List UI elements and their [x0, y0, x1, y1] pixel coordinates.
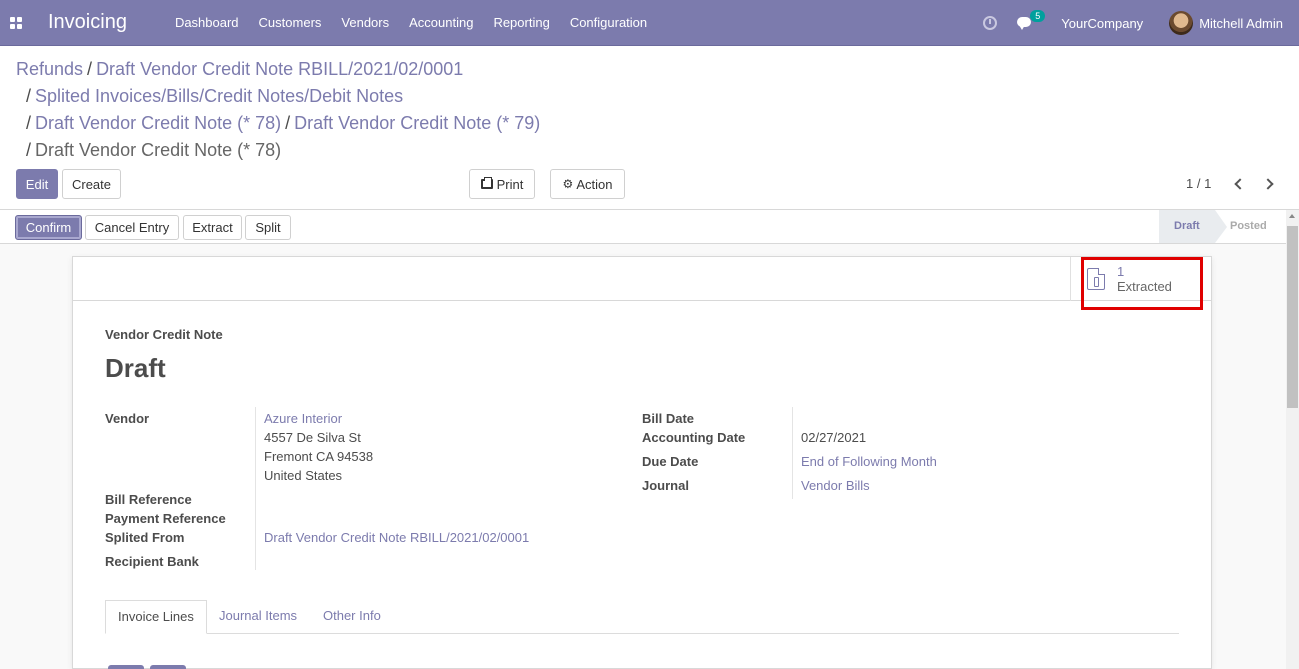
- cancel-entry-button[interactable]: Cancel Entry: [85, 215, 179, 240]
- print-button[interactable]: Print: [469, 169, 535, 199]
- smart-button-box: 1 Extracted: [73, 257, 1211, 310]
- user-menu[interactable]: Mitchell Admin: [1199, 16, 1283, 31]
- vendor-address-country: United States: [264, 468, 343, 483]
- add-line-button[interactable]: [108, 665, 144, 669]
- right-group-divider: [792, 407, 793, 499]
- stage-draft: Draft: [1159, 210, 1227, 243]
- journal-link[interactable]: Vendor Bills: [801, 478, 870, 493]
- edit-button[interactable]: Edit: [16, 169, 58, 199]
- company-switcher[interactable]: YourCompany: [1061, 16, 1143, 31]
- pager-next-button[interactable]: [1260, 176, 1276, 192]
- tab-other-info[interactable]: Other Info: [311, 600, 393, 634]
- split-button[interactable]: Split: [245, 215, 291, 240]
- accounting-date-label: Accounting Date: [642, 430, 746, 445]
- pager-previous-button[interactable]: [1232, 176, 1248, 192]
- vendor-link[interactable]: Azure Interior: [264, 411, 342, 426]
- breadcrumb-refunds[interactable]: Refunds: [16, 59, 83, 79]
- bill-reference-label: Bill Reference: [105, 492, 192, 507]
- document-title: Draft: [105, 353, 166, 383]
- recipient-bank-label: Recipient Bank: [105, 554, 199, 569]
- menu-vendors[interactable]: Vendors: [331, 0, 399, 46]
- breadcrumb: Refunds / Draft Vendor Credit Note RBILL/2…: [16, 59, 541, 160]
- due-date-label: Due Date: [642, 454, 699, 469]
- activity-clock-icon[interactable]: [983, 16, 998, 30]
- menu-accounting[interactable]: Accounting: [399, 0, 483, 46]
- create-button[interactable]: Create: [62, 169, 121, 199]
- apps-menu-icon[interactable]: [0, 0, 32, 46]
- chat-count-badge: 5: [1030, 10, 1046, 22]
- breadcrumb-current: Draft Vendor Credit Note (* 78): [35, 140, 282, 160]
- extract-button[interactable]: Extract: [183, 215, 242, 240]
- breadcrumb-credit-note-rbill[interactable]: Draft Vendor Credit Note RBILL/2021/02/0…: [96, 59, 463, 79]
- vendor-address-city: Fremont CA 94538: [264, 449, 374, 464]
- page-scrollbar[interactable]: [1286, 210, 1299, 669]
- main-menu: Dashboard Customers Vendors Accounting R…: [165, 0, 657, 46]
- accounting-date-value: 02/27/2021: [801, 430, 867, 445]
- form-statusbar: Confirm Cancel Entry Extract Split Draft…: [0, 209, 1299, 244]
- menu-reporting[interactable]: Reporting: [483, 0, 559, 46]
- app-name[interactable]: Invoicing: [48, 11, 127, 34]
- bill-date-label: Bill Date: [642, 411, 695, 426]
- splited-from-label: Splited From: [105, 530, 185, 545]
- scroll-up-arrow-icon[interactable]: [1289, 214, 1295, 218]
- tab-journal-items[interactable]: Journal Items: [207, 600, 309, 634]
- payment-reference-label: Payment Reference: [105, 511, 226, 526]
- gear-icon: ⚙: [562, 177, 574, 191]
- menu-customers[interactable]: Customers: [249, 0, 332, 46]
- user-avatar[interactable]: [1169, 11, 1194, 35]
- tab-invoice-lines[interactable]: Invoice Lines: [105, 600, 207, 634]
- confirm-button[interactable]: Confirm: [15, 215, 82, 240]
- journal-label: Journal: [642, 478, 689, 493]
- scrollbar-thumb[interactable]: [1287, 226, 1298, 408]
- top-navbar: Invoicing Dashboard Customers Vendors Ac…: [0, 0, 1299, 46]
- breadcrumb-credit-note-79[interactable]: Draft Vendor Credit Note (* 79): [294, 113, 540, 133]
- action-label: Action: [576, 176, 613, 192]
- print-label: Print: [496, 176, 524, 192]
- highlight-annotation-box: [1081, 257, 1203, 310]
- menu-dashboard[interactable]: Dashboard: [165, 0, 249, 46]
- navbar-systray: 5 YourCompany Mitchell Admin: [983, 0, 1283, 46]
- add-section-button[interactable]: [150, 665, 186, 669]
- menu-configuration[interactable]: Configuration: [560, 0, 657, 46]
- due-date-link[interactable]: End of Following Month: [801, 454, 937, 469]
- left-group-divider: [255, 407, 256, 570]
- printer-icon: [480, 177, 493, 189]
- notebook-tabs: Invoice Lines Journal Items Other Info: [105, 600, 1179, 634]
- chat-icon[interactable]: 5: [1017, 10, 1046, 30]
- breadcrumb-splited-invoices[interactable]: Splited Invoices/Bills/Credit Notes/Debi…: [35, 86, 403, 106]
- form-sheet: 1 Extracted Vendor Credit Note Draft Ven…: [72, 256, 1212, 669]
- vendor-label: Vendor: [105, 411, 150, 426]
- chevron-right-icon: [1262, 178, 1274, 190]
- breadcrumb-credit-note-78[interactable]: Draft Vendor Credit Note (* 78): [35, 113, 281, 133]
- pager-value[interactable]: 1 / 1: [1186, 176, 1211, 191]
- chevron-left-icon: [1234, 178, 1246, 190]
- splited-from-link[interactable]: Draft Vendor Credit Note RBILL/2021/02/0…: [264, 530, 529, 545]
- vendor-address-street: 4557 De Silva St: [264, 430, 361, 445]
- document-type: Vendor Credit Note: [105, 327, 223, 342]
- stage-posted: Posted: [1230, 220, 1267, 232]
- action-button[interactable]: ⚙ Action: [550, 169, 625, 199]
